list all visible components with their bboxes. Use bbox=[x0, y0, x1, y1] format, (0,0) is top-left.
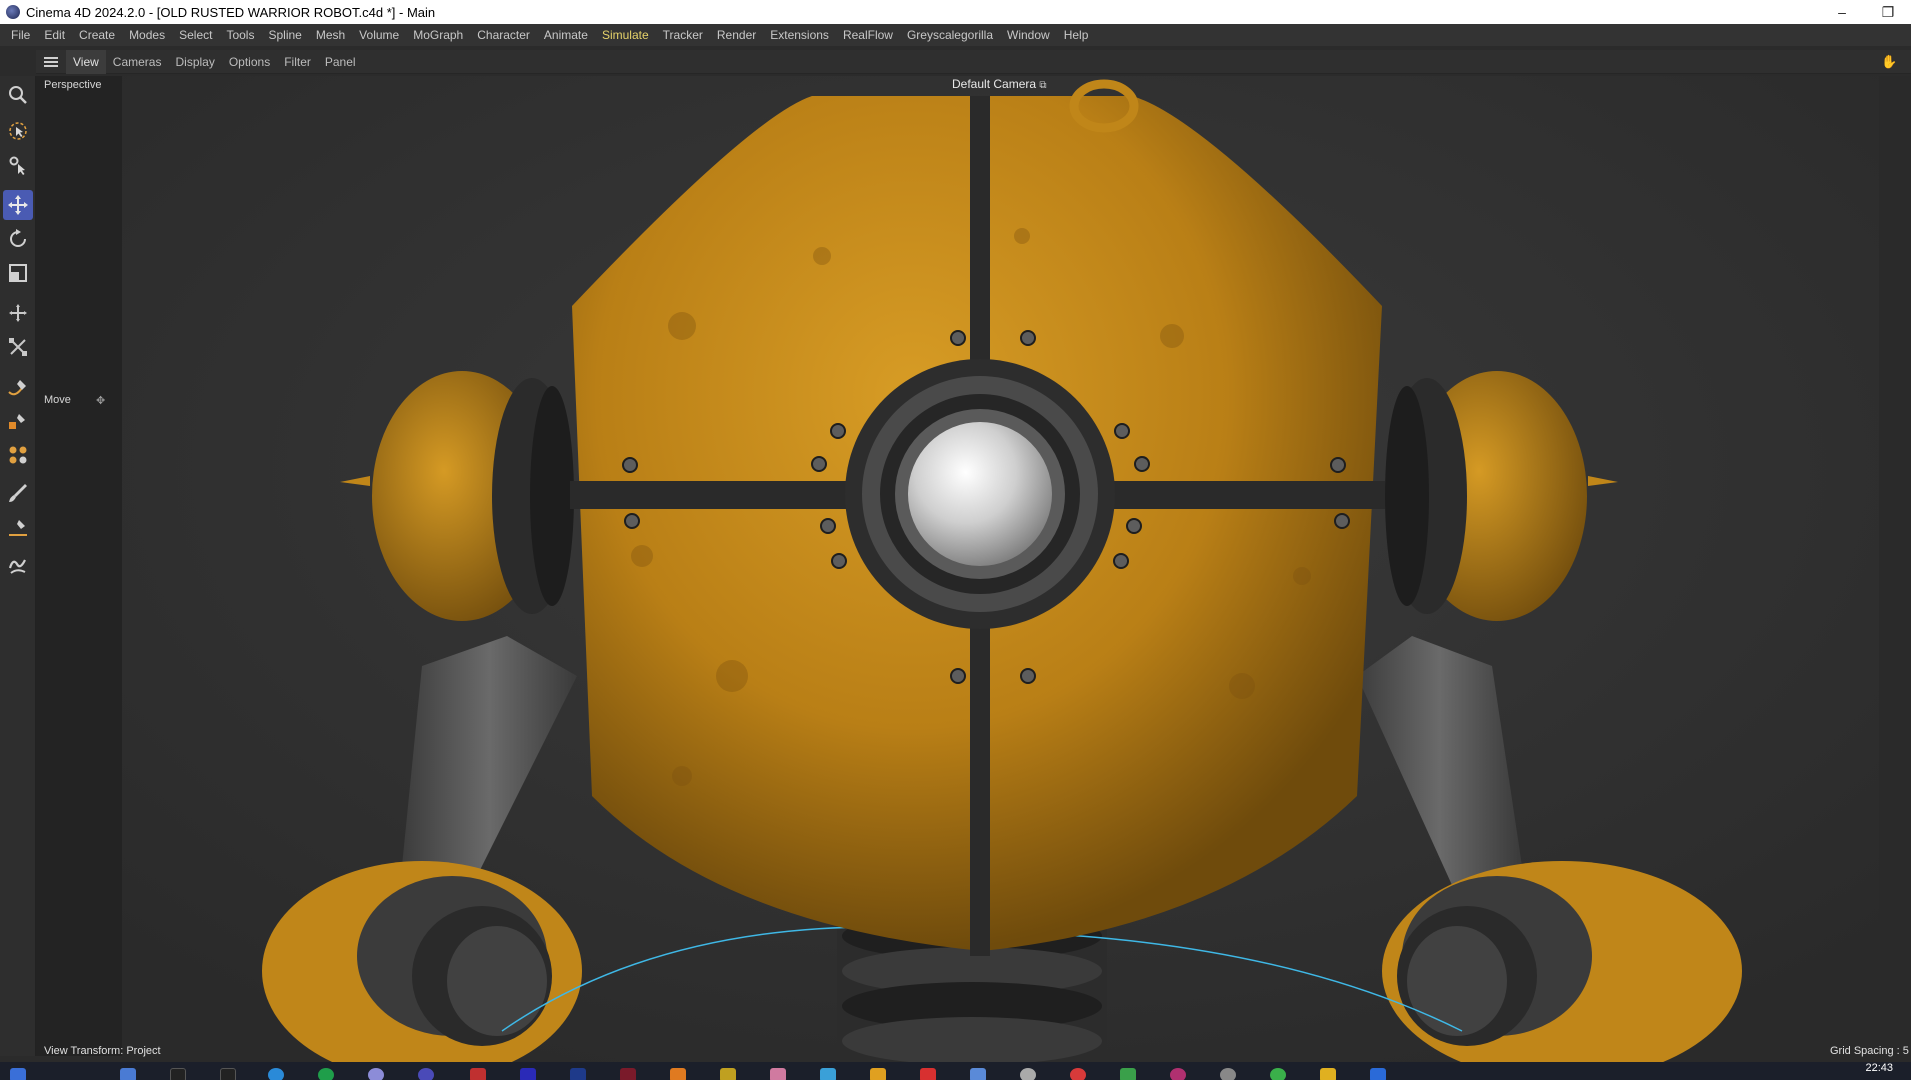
taskbar-app-icon[interactable] bbox=[1120, 1068, 1136, 1080]
taskbar-app-icon[interactable] bbox=[970, 1068, 986, 1080]
brush-icon[interactable] bbox=[3, 478, 33, 508]
menu-extensions[interactable]: Extensions bbox=[763, 24, 836, 46]
robot-head bbox=[570, 79, 1385, 956]
view-transform-label: View Transform: Project bbox=[44, 1045, 161, 1057]
taskbar-app-icon[interactable] bbox=[620, 1068, 636, 1080]
taskbar-app-icon[interactable] bbox=[268, 1068, 284, 1080]
camera-name: Default Camera bbox=[952, 77, 1037, 91]
taskbar-app-icon[interactable] bbox=[1320, 1068, 1336, 1080]
tweak-icon[interactable] bbox=[3, 150, 33, 180]
menu-help[interactable]: Help bbox=[1057, 24, 1096, 46]
menu-simulate[interactable]: Simulate bbox=[595, 24, 656, 46]
menu-create[interactable]: Create bbox=[72, 24, 122, 46]
taskbar-app-icon[interactable] bbox=[1270, 1068, 1286, 1080]
robot-render bbox=[122, 76, 1879, 1062]
taskbar-app-icon[interactable] bbox=[820, 1068, 836, 1080]
move-icon[interactable] bbox=[3, 190, 33, 220]
projection-label: Perspective bbox=[44, 79, 102, 91]
hamburger-menu-icon[interactable] bbox=[36, 50, 66, 74]
taskbar-app-icon[interactable] bbox=[470, 1068, 486, 1080]
viewport-menu-view[interactable]: View bbox=[66, 49, 106, 74]
window-title: Cinema 4D 2024.2.0 - [OLD RUSTED WARRIOR… bbox=[26, 4, 436, 20]
menu-spline[interactable]: Spline bbox=[261, 24, 308, 46]
taskbar-app-icon[interactable] bbox=[1020, 1068, 1036, 1080]
camera-link-icon: ⧉ bbox=[1039, 80, 1047, 91]
right-scroll-strip bbox=[1879, 76, 1911, 1062]
taskbar-app-icon[interactable] bbox=[920, 1068, 936, 1080]
menu-window[interactable]: Window bbox=[1000, 24, 1057, 46]
taskbar-app-icon[interactable] bbox=[1170, 1068, 1186, 1080]
minimize-button[interactable]: – bbox=[1819, 0, 1865, 24]
3d-viewport[interactable] bbox=[122, 76, 1879, 1062]
taskbar-app-icon[interactable] bbox=[870, 1068, 886, 1080]
menu-select[interactable]: Select bbox=[172, 24, 219, 46]
viewport-menu-cameras[interactable]: Cameras bbox=[106, 50, 169, 74]
hand-icon[interactable]: ✋ bbox=[1881, 54, 1897, 70]
menu-volume[interactable]: Volume bbox=[352, 24, 406, 46]
box-icon[interactable] bbox=[3, 406, 33, 436]
taskbar-app-icon[interactable] bbox=[368, 1068, 384, 1080]
taskbar-app-icon[interactable] bbox=[720, 1068, 736, 1080]
taskbar-app-icon[interactable] bbox=[1070, 1068, 1086, 1080]
scale-icon[interactable] bbox=[3, 258, 33, 288]
viewport-menu-options[interactable]: Options bbox=[222, 50, 277, 74]
transfer-icon[interactable] bbox=[3, 298, 33, 328]
taskbar-app-icon[interactable] bbox=[570, 1068, 586, 1080]
tool-palette bbox=[0, 76, 36, 1056]
taskbar-app-icon[interactable] bbox=[670, 1068, 686, 1080]
grid-spacing-label: Grid Spacing : 5 bbox=[1830, 1045, 1909, 1057]
snap-icon[interactable] bbox=[3, 332, 33, 362]
search-icon[interactable] bbox=[3, 80, 33, 110]
menu-render[interactable]: Render bbox=[710, 24, 763, 46]
viewport-side-panel: Perspective Move ✥ bbox=[36, 76, 122, 1056]
menu-modes[interactable]: Modes bbox=[122, 24, 172, 46]
menu-edit[interactable]: Edit bbox=[37, 24, 72, 46]
menu-tracker[interactable]: Tracker bbox=[656, 24, 710, 46]
menu-character[interactable]: Character bbox=[470, 24, 537, 46]
viewport-menu-display[interactable]: Display bbox=[168, 50, 221, 74]
os-taskbar: 22:43 bbox=[0, 1062, 1911, 1080]
taskbar-app-icon[interactable] bbox=[520, 1068, 536, 1080]
taskbar-app-icon[interactable] bbox=[418, 1068, 434, 1080]
rotate-icon[interactable] bbox=[3, 224, 33, 254]
viewport-menu-filter[interactable]: Filter bbox=[277, 50, 318, 74]
live-select-icon[interactable] bbox=[3, 116, 33, 146]
viewport-menu-panel[interactable]: Panel bbox=[318, 50, 363, 74]
taskbar-clock[interactable]: 22:43 bbox=[1865, 1062, 1893, 1074]
taskbar-app-icon[interactable] bbox=[1370, 1068, 1386, 1080]
title-bar: Cinema 4D 2024.2.0 - [OLD RUSTED WARRIOR… bbox=[0, 0, 1911, 24]
active-tool-label: Move bbox=[44, 394, 71, 406]
sketch-icon[interactable] bbox=[3, 550, 33, 580]
menu-tools[interactable]: Tools bbox=[219, 24, 261, 46]
menu-realflow[interactable]: RealFlow bbox=[836, 24, 900, 46]
knife-icon[interactable] bbox=[3, 512, 33, 542]
taskbar-app-icon[interactable] bbox=[318, 1068, 334, 1080]
menu-mograph[interactable]: MoGraph bbox=[406, 24, 470, 46]
start-icon[interactable] bbox=[10, 1068, 26, 1080]
viewport-menu-bar: View Cameras Display Options Filter Pane… bbox=[36, 49, 1911, 74]
atoms-icon[interactable] bbox=[3, 440, 33, 470]
restore-button[interactable]: ❐ bbox=[1865, 0, 1911, 24]
menu-greyscalegorilla[interactable]: Greyscalegorilla bbox=[900, 24, 1000, 46]
taskbar-app-icon[interactable] bbox=[220, 1068, 236, 1080]
taskbar-app-icon[interactable] bbox=[170, 1068, 186, 1080]
camera-label[interactable]: Default Camera ⧉ bbox=[952, 77, 1047, 91]
menu-file[interactable]: File bbox=[4, 24, 37, 46]
menu-animate[interactable]: Animate bbox=[537, 24, 595, 46]
taskbar-app-icon[interactable] bbox=[770, 1068, 786, 1080]
spline-pen-icon[interactable] bbox=[3, 372, 33, 402]
taskbar-app-icon[interactable] bbox=[120, 1068, 136, 1080]
menu-mesh[interactable]: Mesh bbox=[309, 24, 352, 46]
cinema4d-logo-icon bbox=[6, 5, 20, 19]
main-menu-bar: File Edit Create Modes Select Tools Spli… bbox=[0, 24, 1911, 46]
move-small-icon: ✥ bbox=[96, 395, 106, 407]
taskbar-app-icon[interactable] bbox=[1220, 1068, 1236, 1080]
